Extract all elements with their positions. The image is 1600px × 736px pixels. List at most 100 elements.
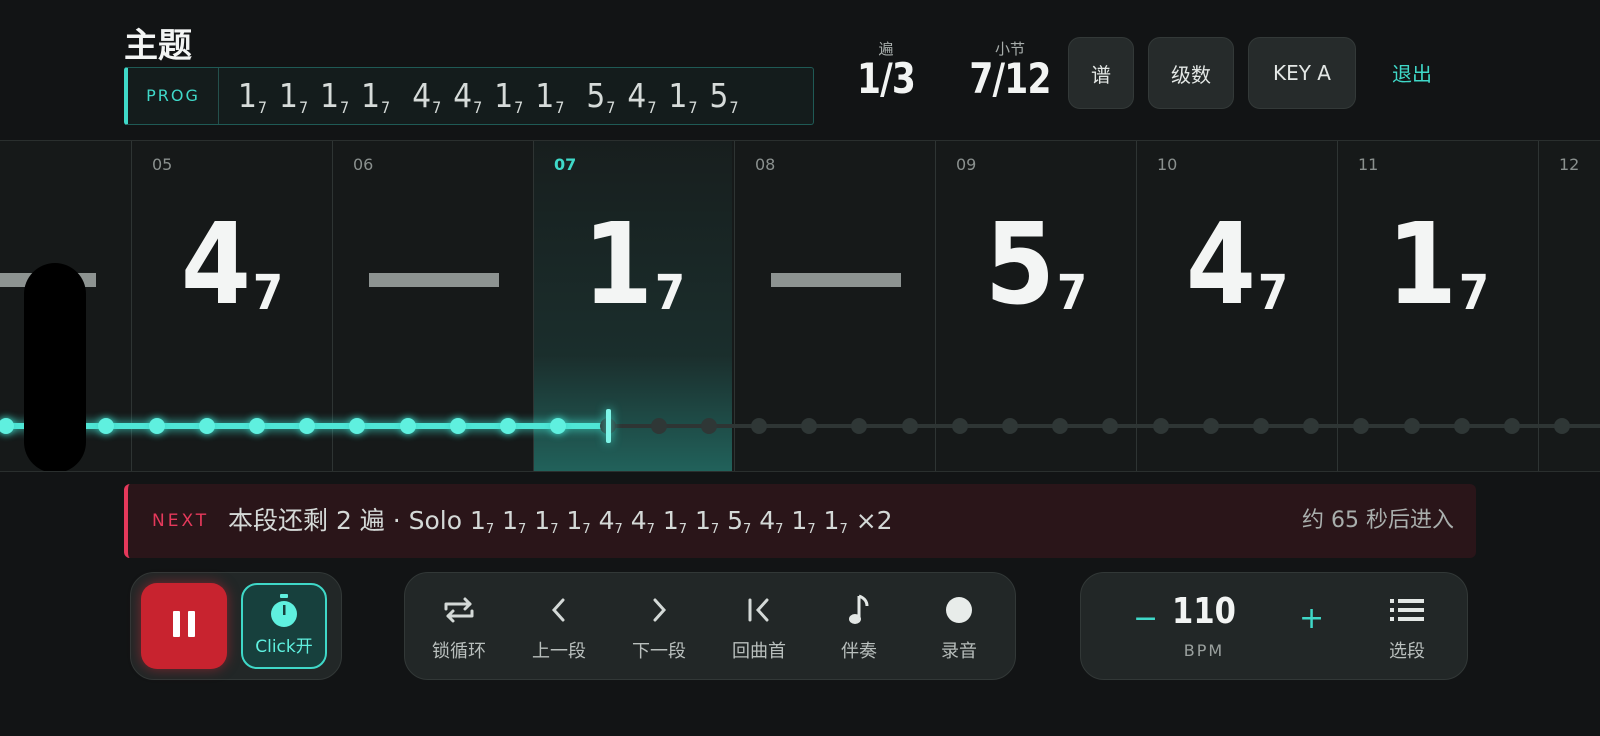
prog-label: PROG (128, 68, 219, 124)
play-panel: Click开 (130, 572, 342, 680)
music-note-icon (809, 593, 909, 627)
sections-label: 选段 (1389, 641, 1425, 662)
next-chord: 17 (694, 506, 720, 537)
skip-to-start-icon (709, 593, 809, 627)
chevron-left-icon (509, 593, 609, 627)
restart-button[interactable]: 回曲首 (709, 573, 809, 679)
progression-chord: 47 (412, 76, 442, 117)
next-section-text: 本段还剩 2 遍 · Solo 17 17 17 17 47 47 17 17 … (228, 484, 893, 567)
next-chord: 17 (791, 506, 816, 537)
repeat-icon (409, 593, 509, 627)
repeat-dash (771, 273, 901, 287)
measure-number: 09 (956, 155, 977, 174)
stopwatch-icon (271, 594, 297, 627)
beat-dot (951, 418, 968, 434)
measure-number: 07 (554, 155, 577, 174)
progression-chord: 17 (238, 76, 268, 117)
measure-chord: 17 (582, 200, 686, 330)
next-chord: 17 (502, 506, 527, 537)
measure-chord: 57 (984, 200, 1088, 330)
pause-button[interactable] (141, 583, 227, 669)
next-label: NEXT (152, 511, 210, 531)
record-button[interactable]: 录音 (909, 573, 1009, 679)
sections-button[interactable]: 选段 (1357, 573, 1457, 679)
beat-dot (1202, 418, 1219, 434)
measure-number: 06 (353, 155, 374, 174)
progression-chord: 17 (535, 76, 565, 117)
beat-dot (249, 418, 265, 434)
next-eta: 约 65 秒后进入 (1302, 508, 1454, 533)
key-button[interactable]: KEY A (1248, 37, 1356, 109)
progression-chord: 17 (279, 76, 309, 117)
measure-number: 05 (152, 155, 173, 174)
progression-bar: PROG 17 17 17 17 47 47 17 17 57 47 17 57 (124, 67, 814, 125)
next-chord: 57 (727, 506, 752, 537)
next-chord: 17 (823, 506, 848, 537)
accompaniment-button[interactable]: 伴奏 (809, 573, 909, 679)
next-chord: 17 (662, 506, 688, 537)
measure-chord: 17 (1386, 200, 1490, 330)
tempo-increase-button[interactable]: + (1299, 601, 1324, 636)
next-chord: 47 (598, 506, 623, 537)
progression-chord: 47 (627, 76, 657, 117)
beat-dot (198, 418, 215, 434)
prev-section-label: 上一段 (532, 641, 586, 662)
loop-button[interactable]: 锁循环 (409, 573, 509, 679)
beat-dot (399, 418, 416, 434)
record-icon (909, 593, 1009, 627)
transport-panel: 锁循环 上一段 下一段 回曲首 伴奏 录音 (404, 572, 1016, 680)
bar-value: 7/12 (969, 54, 1051, 103)
progression-chords: 17 17 17 17 47 47 17 17 57 47 17 57 (238, 68, 739, 124)
record-label: 录音 (941, 641, 977, 662)
next-section-button[interactable]: 下一段 (609, 573, 709, 679)
beat-dot (1253, 418, 1269, 434)
next-section-label: 下一段 (632, 641, 686, 662)
list-icon (1357, 593, 1457, 627)
bar-counter: 小节 7/12 (960, 38, 1060, 103)
score-button[interactable]: 谱 (1068, 37, 1134, 109)
next-prefix: 本段还剩 2 遍 · Solo (228, 506, 470, 535)
measure-number: 10 (1157, 155, 1178, 174)
tempo-panel: − 110 BPM + 选段 (1080, 572, 1468, 680)
beat-dot (1504, 418, 1520, 434)
beat-dot (1002, 418, 1018, 434)
beat-dot (1152, 418, 1169, 434)
next-chord: 17 (566, 506, 591, 537)
progression-chord: 17 (361, 76, 391, 117)
bpm-value: 110 (1172, 591, 1236, 632)
progression-chord: 17 (668, 76, 698, 117)
measure-number: 08 (755, 155, 776, 174)
screen-notch (24, 263, 86, 471)
beat-dot (500, 418, 516, 434)
measure-number: 11 (1358, 155, 1379, 174)
playhead-cursor[interactable] (606, 409, 611, 443)
progression-chord: 17 (494, 76, 524, 117)
progression-chord: 17 (320, 76, 350, 117)
next-section-banner: NEXT 本段还剩 2 遍 · Solo 17 17 17 17 47 47 1… (124, 484, 1476, 558)
prev-section-button[interactable]: 上一段 (509, 573, 609, 679)
beat-dot (650, 418, 667, 434)
beat-dot (148, 418, 165, 434)
next-chord: 47 (630, 506, 655, 537)
beat-dot (98, 418, 115, 434)
click-toggle[interactable]: Click开 (241, 583, 327, 669)
beat-dot (1403, 418, 1420, 434)
next-chord: 17 (534, 506, 559, 537)
beat-dot (901, 418, 918, 434)
exit-button[interactable]: 退出 (1392, 58, 1432, 87)
pass-value: 1/3 (856, 54, 916, 103)
pass-counter: 遍 1/3 (846, 38, 926, 103)
measure-chord: 47 (180, 200, 284, 330)
tempo-decrease-button[interactable]: − (1133, 601, 1158, 636)
next-repeat-count: ×2 (855, 506, 893, 535)
click-label: Click开 (255, 637, 313, 657)
repeat-dash (369, 273, 499, 287)
beat-dot (1453, 418, 1470, 434)
beat-dot (700, 418, 717, 434)
degrees-button[interactable]: 级数 (1148, 37, 1234, 109)
page-title: 主题 (124, 26, 192, 66)
pause-icon (169, 611, 199, 641)
measure-chord: 47 (1185, 200, 1289, 330)
beat-dot (0, 418, 14, 434)
beat-dot (449, 418, 466, 434)
